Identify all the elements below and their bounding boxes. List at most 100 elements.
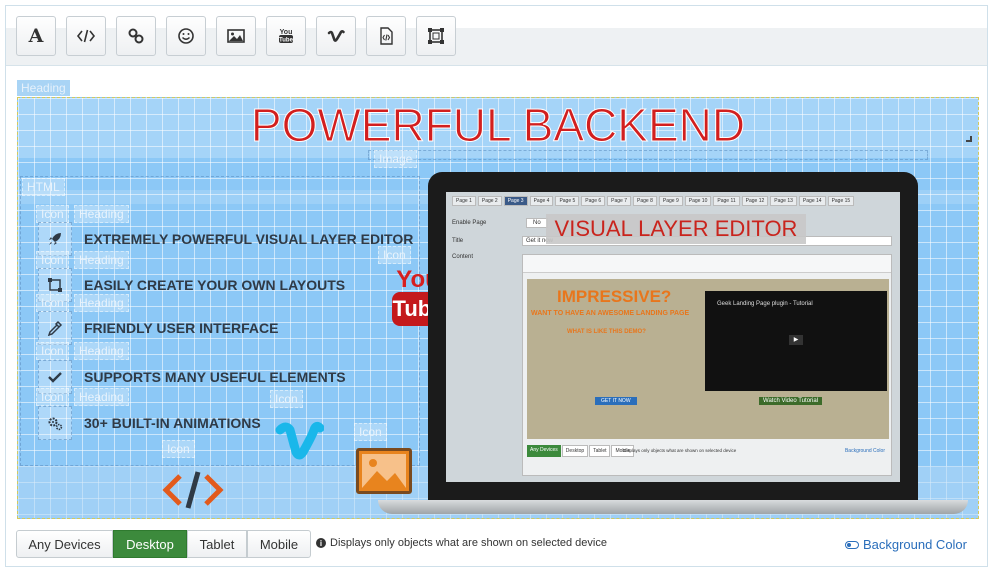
mini-tab: Page 15 [827,196,855,206]
text-tool-button[interactable]: A [16,16,56,56]
youtube-icon: You Tube [279,29,294,44]
html-tool-button[interactable] [66,16,106,56]
mini-video: Geek Landing Page plugin - Tutorial ▶ [705,291,887,391]
mini-tab: Page 6 [581,196,606,206]
frame-tool-button[interactable] [416,16,456,56]
device-desktop-button[interactable]: Desktop [113,530,187,558]
icon-tag[interactable]: Icon [36,342,69,360]
image-layer-outline [368,150,928,160]
link-icon [128,28,144,44]
mini-title-label: Title [452,238,464,244]
background-color-label: Background Color [862,537,967,552]
youtube-tool-button[interactable]: You Tube [266,16,306,56]
gears-icon [48,417,63,431]
vimeo-logo-icon [275,421,325,460]
mini-tab: Page 13 [770,196,797,206]
letter-a-icon: A [28,25,44,47]
mini-enable-value: No [526,218,548,228]
html-layer-tag[interactable]: HTML [22,178,65,196]
device-filter-bar: Any Devices Desktop Tablet Mobile i Disp… [6,527,987,567]
mini-tab: Page 11 [713,196,740,206]
code-logo-icon [162,471,224,509]
laptop-mockup: Page 1 Page 2 Page 3 Page 4 Page 5 Page … [378,172,968,518]
mini-tab: Page 3 [503,196,528,206]
mini-tab: Page 14 [798,196,826,206]
mini-device-tab: Any Devices [527,445,561,457]
icon-tool-button[interactable] [166,16,206,56]
heading-tag[interactable]: Heading [74,342,129,360]
feature-text: FRIENDLY USER INTERFACE [84,320,279,336]
laptop-display: Page 1 Page 2 Page 3 Page 4 Page 5 Page … [446,192,900,482]
eyedropper-icon [47,320,63,336]
mini-bg-link: Background Color [844,448,885,454]
background-color-link[interactable]: Background Color [844,537,967,552]
icon-tag[interactable]: Icon [36,388,69,406]
rocket-icon [49,233,61,245]
toolbar: A You Tube [6,6,987,66]
feature-row[interactable]: FRIENDLY USER INTERFACE [38,311,278,345]
vimeo-logo[interactable] [274,412,325,466]
feature-icon-box [38,311,72,345]
laptop-screen: Page 1 Page 2 Page 3 Page 4 Page 5 Page … [428,172,918,502]
svg-text:You: You [280,29,293,36]
vimeo-icon [327,29,345,42]
laptop-base [378,500,968,514]
mini-play-icon: ▶ [789,335,803,345]
link-tool-button[interactable] [116,16,156,56]
svg-text:Tube: Tube [279,38,294,44]
mini-video-button: Watch Video Tutorial [759,397,823,405]
device-tablet-button[interactable]: Tablet [187,530,247,558]
info-icon: i [316,538,326,548]
layout-icon [48,278,62,292]
code-icon [76,29,96,43]
mini-sub1: WANT TO HAVE AN AWESOME LANDING PAGE [531,310,690,317]
mini-tab: Page 10 [684,196,712,206]
feature-row[interactable]: 30+ BUILT-IN ANIMATIONS [38,406,261,440]
mini-tab: Page 4 [529,196,554,206]
smiley-icon [178,28,194,44]
visual-layer-editor-heading: VISUAL LAYER EDITOR [546,214,806,244]
vimeo-tool-button[interactable] [316,16,356,56]
code-file-tool-button[interactable] [366,16,406,56]
feature-text: EASILY CREATE YOUR OWN LAYOUTS [84,277,346,293]
device-any-button[interactable]: Any Devices [16,530,113,558]
feature-text: EXTREMELY POWERFUL VISUAL LAYER EDITOR [84,231,414,247]
mini-content-label: Content [452,254,474,260]
page-title[interactable]: POWERFUL BACKEND [18,98,978,152]
heading-layer-tag[interactable]: Heading [17,80,70,96]
icon-tag[interactable]: Icon [162,440,195,458]
icon-tag[interactable]: Icon [36,205,69,223]
toggle-icon [844,540,859,549]
feature-icon-box [38,406,72,440]
mini-sub2: WHAT IS LIKE THIS DEMO? [567,329,646,335]
image-layer-tag[interactable]: Image [374,150,418,168]
mini-tab: Page 2 [477,196,502,206]
mini-tab: Page 1 [452,196,476,206]
frame-icon [428,28,444,44]
mini-tab: Page 8 [633,196,657,206]
editor-canvas[interactable]: POWERFUL BACKEND Image HTML Icon Heading… [17,97,979,519]
code-file-icon [380,27,393,45]
mini-tab: Page 5 [555,196,580,206]
heading-tag[interactable]: Heading [74,388,129,406]
mini-page-tabs: Page 1 Page 2 Page 3 Page 4 Page 5 Page … [452,196,855,206]
icon-tag[interactable]: Icon [270,390,303,408]
mini-headline: IMPRESSIVE? [557,287,672,306]
title-resize-handle[interactable] [966,136,972,142]
code-logo[interactable] [162,468,224,512]
icon-tag[interactable]: Icon [36,251,69,269]
heading-tag[interactable]: Heading [74,205,129,223]
mini-device-tab: Tablet [589,445,611,457]
mini-device-note: Displays only objects what are shown on … [623,448,737,453]
mini-tab: Page 12 [741,196,769,206]
layer-editor: A You Tube Heading POWERFUL BACKEND Imag… [5,5,988,567]
heading-tag[interactable]: Heading [74,251,129,269]
heading-tag[interactable]: Heading [74,294,129,312]
device-mobile-button[interactable]: Mobile [247,530,311,558]
icon-tag[interactable]: Icon [36,294,69,312]
device-note: i Displays only objects what are shown o… [316,537,607,549]
feature-text: 30+ BUILT-IN ANIMATIONS [84,415,261,431]
image-tool-button[interactable] [216,16,256,56]
device-note-text: Displays only objects what are shown on … [330,537,607,549]
mini-cta: GET IT NOW [595,397,637,405]
